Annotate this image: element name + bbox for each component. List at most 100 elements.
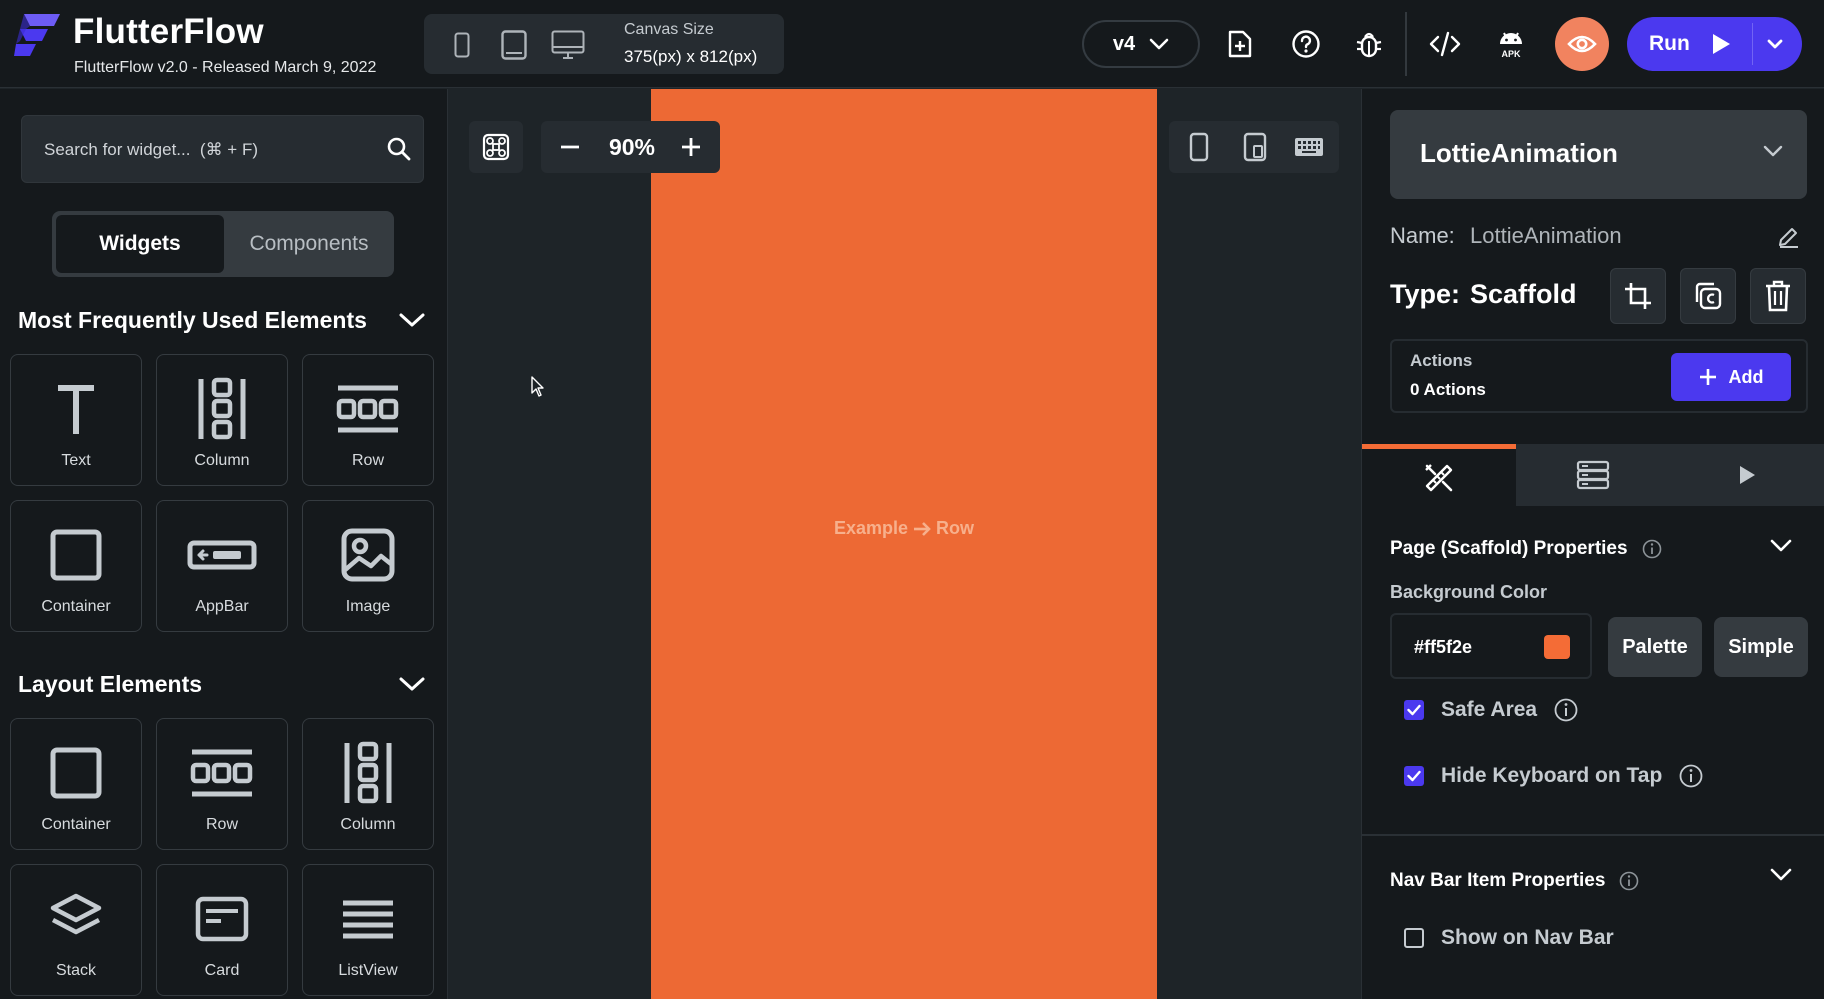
copy-widget-button[interactable] bbox=[1680, 268, 1736, 324]
zoom-in-button[interactable] bbox=[676, 131, 706, 163]
check-icon bbox=[1407, 770, 1421, 782]
widgets-components-toggle: Widgets Components bbox=[52, 211, 394, 277]
widget-tile-label: ListView bbox=[338, 962, 398, 979]
section-title-frequent: Most Frequently Used Elements bbox=[18, 307, 367, 333]
phone-device-button[interactable] bbox=[444, 30, 480, 60]
nav-bar-properties-header: Nav Bar Item Properties bbox=[1390, 870, 1639, 892]
add-action-label: Add bbox=[1728, 366, 1764, 387]
keyboard-toggle-button[interactable] bbox=[1289, 131, 1329, 163]
debug-button[interactable] bbox=[1349, 24, 1389, 64]
image-icon bbox=[341, 528, 395, 582]
widget-tree-dropdown[interactable]: LottieAnimation bbox=[1390, 110, 1807, 199]
crop-wrap-icon bbox=[1625, 283, 1651, 309]
tab-backend-query[interactable] bbox=[1516, 444, 1670, 506]
widget-tile-row[interactable]: Row bbox=[156, 718, 288, 850]
canvas-area[interactable]: Example Row 90% bbox=[449, 89, 1360, 999]
info-icon bbox=[1620, 871, 1639, 891]
delete-widget-button[interactable] bbox=[1750, 268, 1806, 324]
show-nav-bar-row: Show on Nav Bar bbox=[1404, 926, 1614, 950]
row-icon bbox=[190, 749, 253, 797]
example-right-label: Row bbox=[936, 518, 975, 538]
simple-button[interactable]: Simple bbox=[1714, 617, 1808, 677]
section-title-layout: Layout Elements bbox=[18, 671, 203, 697]
tab-widgets[interactable]: Widgets bbox=[56, 215, 224, 273]
help-button[interactable] bbox=[1286, 24, 1326, 64]
tab-components[interactable]: Components bbox=[228, 215, 390, 273]
widget-tile-column[interactable]: Column bbox=[302, 718, 434, 850]
svg-text:APK: APK bbox=[1501, 49, 1521, 59]
type-label: Type: bbox=[1390, 279, 1461, 309]
tab-animations[interactable] bbox=[1670, 444, 1824, 506]
widget-tile-image[interactable]: Image bbox=[302, 500, 434, 632]
chevron-down-icon[interactable] bbox=[398, 311, 426, 329]
widget-tile-row[interactable]: Row bbox=[302, 354, 434, 486]
zoom-control: 90% bbox=[541, 121, 720, 173]
listview-icon bbox=[343, 900, 393, 939]
widget-tile-container[interactable]: Container bbox=[10, 500, 142, 632]
widget-name-value[interactable]: LottieAnimation bbox=[1470, 223, 1622, 249]
chevron-down-icon[interactable] bbox=[398, 675, 426, 693]
hide-keyboard-label: Hide Keyboard on Tap bbox=[1441, 764, 1663, 787]
background-color-hex: #ff5f2e bbox=[1414, 637, 1473, 657]
safe-area-checkbox[interactable] bbox=[1404, 700, 1424, 720]
selected-widget-label: LottieAnimation bbox=[1420, 138, 1618, 168]
info-icon bbox=[1554, 698, 1578, 722]
widget-tile-label: AppBar bbox=[195, 598, 249, 615]
new-page-button[interactable] bbox=[1220, 24, 1260, 64]
widget-tile-container[interactable]: Container bbox=[10, 718, 142, 850]
widget-tile-stack[interactable]: Stack bbox=[10, 864, 142, 996]
actions-title: Actions bbox=[1410, 351, 1473, 370]
phone-icon bbox=[454, 32, 470, 58]
desktop-device-button[interactable] bbox=[550, 30, 586, 60]
pencil-edit-icon[interactable] bbox=[1776, 225, 1800, 249]
widget-tile-label: Card bbox=[204, 962, 240, 979]
chevron-down-icon bbox=[1149, 38, 1169, 50]
plus-icon bbox=[682, 138, 700, 156]
tab-properties[interactable] bbox=[1362, 444, 1516, 506]
zoom-out-button[interactable] bbox=[555, 131, 585, 163]
nav-bar-properties-title: Nav Bar Item Properties bbox=[1390, 870, 1606, 891]
widget-tile-label: Row bbox=[205, 816, 238, 833]
version-label: v4 bbox=[1112, 32, 1136, 55]
widget-tile-column[interactable]: Column bbox=[156, 354, 288, 486]
widget-search bbox=[21, 115, 424, 183]
color-swatch[interactable] bbox=[1544, 635, 1570, 659]
shortcuts-button[interactable] bbox=[469, 121, 523, 173]
canvas-size-value: 375(px) x 812(px) bbox=[624, 47, 758, 66]
run-options-chevron-icon bbox=[1767, 39, 1783, 49]
palette-button[interactable]: Palette bbox=[1608, 617, 1702, 677]
eye-icon bbox=[1567, 35, 1597, 53]
wrap-widget-button[interactable] bbox=[1610, 268, 1666, 324]
toolbar-divider bbox=[1405, 12, 1407, 76]
download-apk-button[interactable]: APK bbox=[1491, 24, 1531, 64]
responsive-view-button[interactable] bbox=[1235, 131, 1275, 163]
widget-search-input[interactable] bbox=[44, 134, 364, 166]
background-color-field[interactable]: #ff5f2e bbox=[1390, 613, 1592, 679]
view-code-button[interactable] bbox=[1425, 24, 1465, 64]
phone-canvas[interactable]: Example Row bbox=[651, 89, 1157, 999]
flutterflow-logo-icon bbox=[14, 12, 62, 56]
chevron-down-icon[interactable] bbox=[1769, 867, 1793, 883]
widget-type-value: Scaffold bbox=[1470, 279, 1577, 309]
add-action-button[interactable]: Add bbox=[1671, 353, 1791, 401]
zoom-level: 90% bbox=[608, 134, 656, 160]
example-row-hint: Example Row bbox=[651, 518, 1157, 539]
hide-keyboard-row: Hide Keyboard on Tap bbox=[1404, 764, 1703, 788]
widget-tile-listview[interactable]: ListView bbox=[302, 864, 434, 996]
preview-button[interactable] bbox=[1555, 17, 1609, 71]
run-button[interactable]: Run bbox=[1627, 17, 1802, 71]
widget-tile-appbar[interactable]: AppBar bbox=[156, 500, 288, 632]
widget-tile-label: Container bbox=[41, 598, 111, 615]
tablet-device-button[interactable] bbox=[496, 30, 532, 60]
hide-keyboard-checkbox[interactable] bbox=[1404, 766, 1424, 786]
trash-icon bbox=[1766, 280, 1790, 312]
actions-count: 0 Actions bbox=[1410, 380, 1486, 399]
show-nav-bar-checkbox[interactable] bbox=[1404, 928, 1424, 948]
chevron-down-icon[interactable] bbox=[1769, 538, 1793, 554]
version-dropdown[interactable]: v4 bbox=[1082, 20, 1200, 68]
device-frame-button[interactable] bbox=[1179, 131, 1219, 163]
widget-tile-card[interactable]: Card bbox=[156, 864, 288, 996]
widget-tile-text[interactable]: Text bbox=[10, 354, 142, 486]
device-selector: Canvas Size 375(px) x 812(px) bbox=[424, 14, 784, 74]
keyboard-icon bbox=[1295, 138, 1323, 156]
